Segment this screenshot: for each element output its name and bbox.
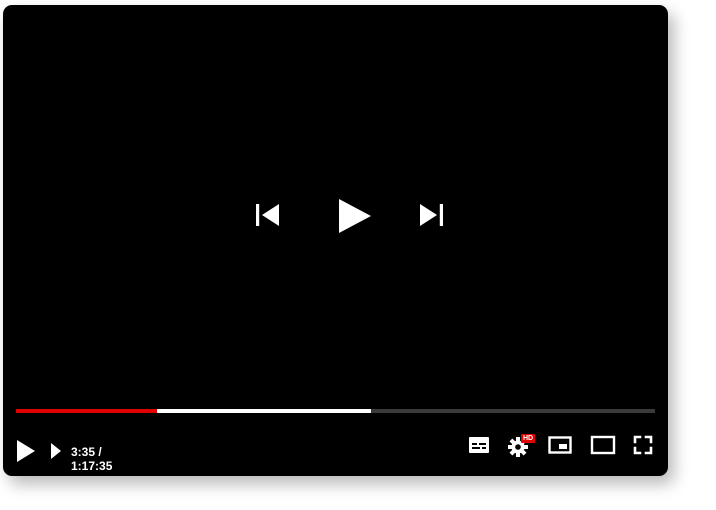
settings-button[interactable]: HD	[508, 433, 536, 457]
play-button[interactable]	[15, 438, 37, 464]
hd-badge: HD	[521, 434, 536, 443]
current-time: 3:35 /	[71, 445, 102, 459]
next-button[interactable]	[49, 441, 63, 461]
center-play-button[interactable]	[335, 197, 373, 235]
theater-mode-icon	[590, 435, 616, 455]
skip-previous-icon	[256, 204, 279, 226]
fullscreen-icon	[633, 435, 653, 455]
progress-bar[interactable]	[16, 409, 655, 413]
fullscreen-button[interactable]	[632, 434, 654, 456]
subtitles-button[interactable]	[468, 435, 490, 455]
theater-mode-button[interactable]	[590, 434, 616, 456]
subtitles-icon	[469, 437, 489, 453]
next-icon	[51, 443, 61, 459]
duration: 1:17:35	[71, 459, 113, 473]
skip-previous-button[interactable]	[253, 200, 283, 230]
progress-played	[16, 409, 157, 413]
skip-next-icon	[420, 204, 443, 226]
miniplayer-icon	[548, 436, 572, 454]
play-icon	[339, 199, 371, 233]
miniplayer-button[interactable]	[548, 435, 572, 455]
play-icon	[17, 440, 35, 462]
skip-next-button[interactable]	[416, 200, 446, 230]
video-player[interactable]: 3:35 / 1:17:35 HD	[3, 5, 668, 476]
time-display: 3:35 / 1:17:35	[71, 445, 112, 473]
